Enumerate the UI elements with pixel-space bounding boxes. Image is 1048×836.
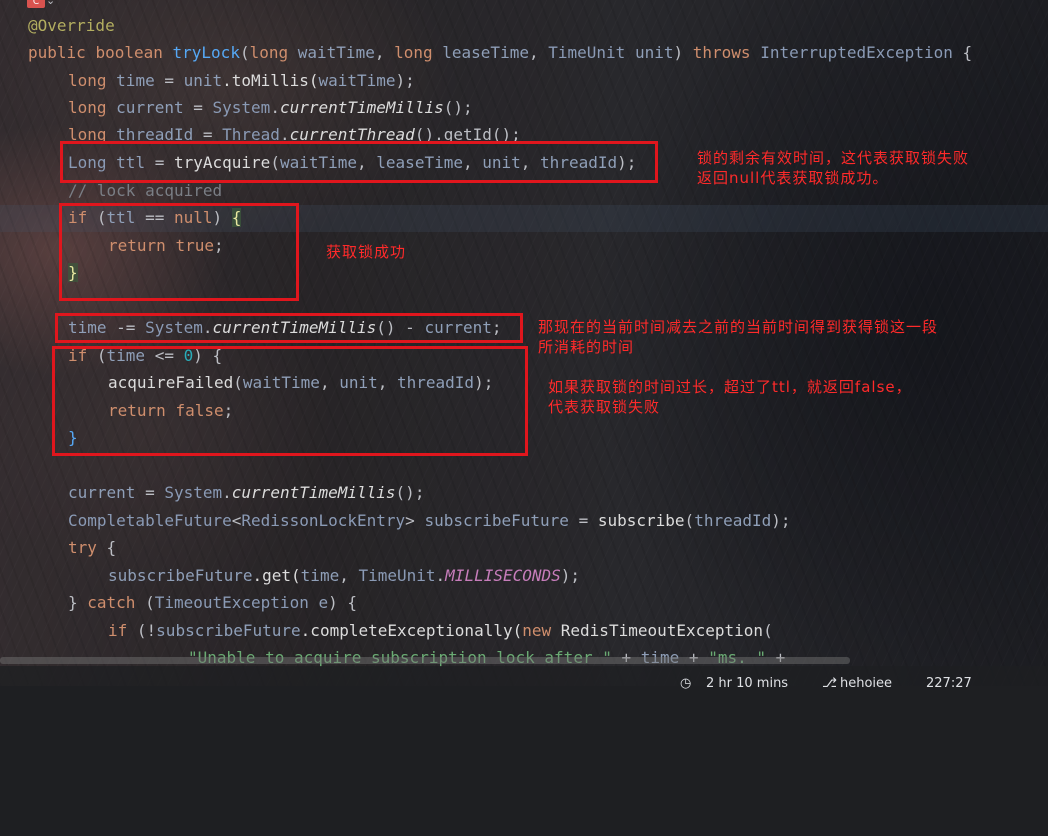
code-line: @Override	[28, 16, 115, 35]
code-line: } catch (TimeoutException e) {	[68, 593, 357, 612]
horizontal-scrollbar[interactable]	[0, 657, 850, 664]
annotation-box-success	[59, 203, 299, 301]
code-line: long time = unit.toMillis(waitTime);	[68, 71, 415, 90]
note-elapsed: 那现在的当前时间减去之前的当前时间得到获得锁这一段 所消耗的时间	[538, 318, 939, 356]
code-line: if (!subscribeFuture.completeExceptional…	[108, 621, 773, 640]
clock-icon: ◷	[680, 676, 692, 691]
code-line: public boolean tryLock(long waitTime, lo…	[28, 43, 973, 62]
note-success: 获取锁成功	[326, 243, 407, 261]
code-line: long current = System.currentTimeMillis(…	[68, 98, 473, 117]
code-line: try {	[68, 538, 117, 557]
code-line: CompletableFuture<RedissonLockEntry> sub…	[68, 511, 791, 530]
branch-name[interactable]: hehoiee	[840, 676, 892, 691]
code-line: subscribeFuture.get(time, TimeUnit.MILLI…	[108, 566, 581, 585]
note-timeout: 如果获取锁的时间过长，超过了ttl，就返回false， 代表获取锁失败	[548, 378, 912, 416]
time-spent[interactable]: 2 hr 10 mins	[706, 676, 788, 691]
note-ttl: 锁的剩余有效时间，这代表获取锁失败 返回null代表获取锁成功。	[697, 149, 970, 187]
git-branch-icon: ⎇	[822, 676, 837, 691]
status-bar: ◷ 2 hr 10 mins ⎇ hehoiee 227:27	[0, 666, 1048, 691]
code-line: current = System.currentTimeMillis();	[68, 483, 425, 502]
annotation-box-timeout	[52, 346, 528, 456]
cursor-position[interactable]: 227:27	[926, 676, 972, 691]
annotation-box-elapsed	[55, 313, 523, 343]
annotation-box-ttl	[60, 141, 658, 183]
